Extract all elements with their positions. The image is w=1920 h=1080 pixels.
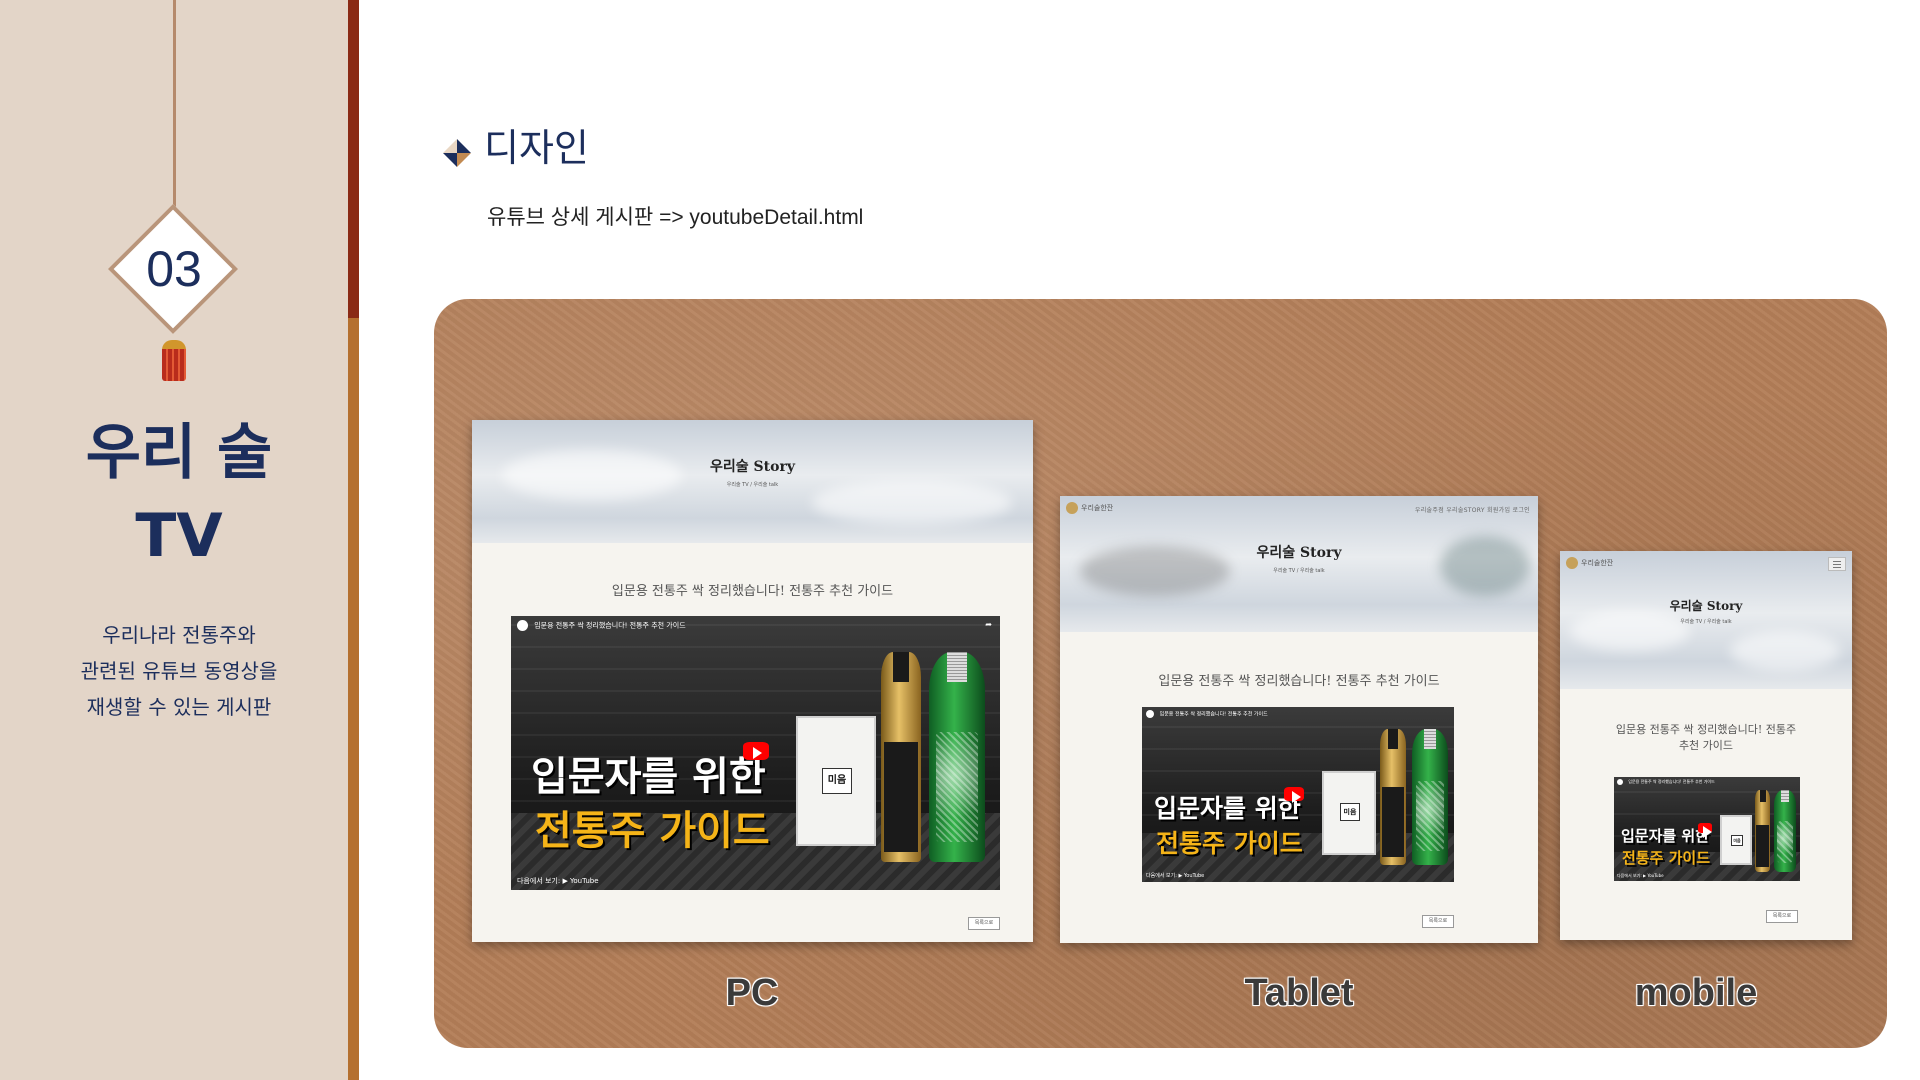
video-headline-line2: 전통주 가이드 <box>1622 849 1711 867</box>
green-bottle-image <box>929 652 985 862</box>
sidebar: 03 우리 술 TV 우리나라 전통주와 관련된 유튜브 동영상을 재생할 수 … <box>0 0 348 1080</box>
channel-avatar[interactable] <box>1146 710 1154 718</box>
sidebar-title-line1: 우리 술 <box>85 418 273 488</box>
post-title: 입문용 전통주 싹 정리했습니다! 전통주 추천 가이드 <box>611 584 894 599</box>
sidebar-description-line3: 재생할 수 있는 게시판 <box>86 695 272 719</box>
tassel-icon <box>162 349 186 381</box>
pc-screenshot: 우리술 Story 우리술 TV / 우리술 talk 입문용 전통주 싹 정리… <box>472 420 1033 942</box>
green-bottle-image <box>1412 729 1448 865</box>
post-title: 입문용 전통주 싹 정리했습니다! 전통주 추천 가이드 <box>1560 722 1852 754</box>
video-top-bar: 입문용 전통주 싹 정리했습니다! 전통주 추천 가이드 <box>1614 777 1800 787</box>
video-headline-line1: 입문자를 위한 <box>1621 827 1710 845</box>
sidebar-title: 우리 술 TV <box>0 412 358 578</box>
video-top-bar: 입문용 전통주 싹 정리했습니다! 전통주 추천 가이드 <box>511 616 1000 634</box>
top-nav[interactable]: 우리술주점 우리술STORY 회원가입 로그인 <box>1415 505 1530 514</box>
video-top-bar: 입문용 전통주 싹 정리했습니다! 전통주 추천 가이드 <box>1142 707 1454 721</box>
gold-bottle-image <box>881 652 921 862</box>
sidebar-title-line2: TV <box>135 501 223 571</box>
site-title: 우리술 Story <box>1256 545 1342 561</box>
product-box-image: 미음 <box>796 716 876 846</box>
sidebar-description: 우리나라 전통주와 관련된 유튜브 동영상을 재생할 수 있는 게시판 <box>0 617 358 725</box>
breadcrumb[interactable]: 우리술 TV / 우리술 talk <box>1560 618 1852 625</box>
youtube-play-icon[interactable] <box>1698 823 1713 838</box>
video-title[interactable]: 입문용 전통주 싹 정리했습니다! 전통주 추천 가이드 <box>534 622 685 630</box>
logo-seal-icon <box>1566 557 1578 569</box>
youtube-player[interactable]: 입문용 전통주 싹 정리했습니다! 전통주 추천 가이드 입문자를 위한 전통주… <box>1614 777 1800 881</box>
channel-avatar[interactable] <box>517 620 528 631</box>
sidebar-divider <box>348 0 359 1080</box>
brand-mark: 미음 <box>1731 835 1743 846</box>
logo-seal-icon <box>1066 502 1078 514</box>
gold-bottle-image <box>1380 729 1406 865</box>
youtube-play-icon[interactable] <box>743 742 769 760</box>
breadcrumb[interactable]: 우리술 TV / 우리술 talk <box>1060 567 1538 574</box>
video-headline-line1: 입문자를 위한 <box>1154 794 1301 823</box>
gold-bottle-image <box>1755 790 1770 872</box>
page-subtitle: 유튜브 상세 게시판 => youtubeDetail.html <box>487 206 864 229</box>
header-banner <box>1060 496 1538 632</box>
tablet-label: Tablet <box>1244 972 1354 1014</box>
video-headline-line1: 입문자를 위한 <box>531 754 766 800</box>
diamond-bullet-icon <box>443 139 471 167</box>
share-icon[interactable]: ➦ <box>985 620 992 629</box>
watch-on-youtube[interactable]: 다음에서 보기: ▶ YouTube <box>1617 873 1664 879</box>
pc-label: PC <box>725 972 779 1014</box>
hamburger-menu-icon[interactable] <box>1828 557 1846 571</box>
youtube-player[interactable]: 입문용 전통주 싹 정리했습니다! 전통주 추천 가이드 입문자를 위한 전통주… <box>1142 707 1454 882</box>
youtube-player[interactable]: 입문용 전통주 싹 정리했습니다! 전통주 추천 가이드 ➦ 입문자를 위한 전… <box>511 616 1000 890</box>
page-title: 디자인 <box>484 126 589 170</box>
section-number: 03 <box>146 241 202 297</box>
list-button[interactable]: 목록으로 <box>968 917 1000 930</box>
watch-on-youtube[interactable]: 다음에서 보기: ▶ YouTube <box>517 876 599 886</box>
site-logo[interactable]: 우리술한잔 <box>1066 502 1113 514</box>
post-title-line2: 추천 가이드 <box>1678 739 1734 752</box>
video-title[interactable]: 입문용 전통주 싹 정리했습니다! 전통주 추천 가이드 <box>1160 712 1268 718</box>
site-title: 우리술 Story <box>710 459 795 475</box>
logo-text: 우리술한잔 <box>1081 504 1114 512</box>
green-bottle-image <box>1774 790 1796 872</box>
video-headline-line2: 전통주 가이드 <box>535 808 770 854</box>
youtube-play-icon[interactable] <box>1284 787 1304 803</box>
logo-text: 우리술한잔 <box>1581 559 1614 567</box>
mobile-screenshot: 우리술한잔 우리술 Story 우리술 TV / 우리술 talk 입문용 전통… <box>1560 551 1852 940</box>
product-box-image: 미음 <box>1720 815 1752 865</box>
product-box-image: 미음 <box>1322 771 1376 855</box>
post-title: 입문용 전통주 싹 정리했습니다! 전통주 추천 가이드 <box>1158 674 1440 689</box>
mobile-label: mobile <box>1634 972 1758 1014</box>
sidebar-description-line2: 관련된 유튜브 동영상을 <box>80 659 278 683</box>
device-showcase: 우리술 Story 우리술 TV / 우리술 talk 입문용 전통주 싹 정리… <box>434 299 1887 1048</box>
video-title[interactable]: 입문용 전통주 싹 정리했습니다! 전통주 추천 가이드 <box>1628 779 1715 784</box>
site-title: 우리술 Story <box>1669 599 1743 613</box>
brand-mark: 미음 <box>822 768 852 794</box>
list-button[interactable]: 목록으로 <box>1766 910 1798 923</box>
video-headline-line2: 전통주 가이드 <box>1156 829 1303 858</box>
channel-avatar[interactable] <box>1617 779 1623 785</box>
post-title-line1: 입문용 전통주 싹 정리했습니다! 전통주 <box>1615 723 1797 736</box>
list-button[interactable]: 목록으로 <box>1422 915 1454 928</box>
watch-on-youtube[interactable]: 다음에서 보기: ▶ YouTube <box>1146 872 1204 879</box>
hanging-string <box>173 0 176 212</box>
sidebar-description-line1: 우리나라 전통주와 <box>102 623 256 647</box>
brand-mark: 미음 <box>1340 803 1360 821</box>
tablet-screenshot: 우리술한잔 우리술주점 우리술STORY 회원가입 로그인 우리술 Story … <box>1060 496 1538 943</box>
breadcrumb[interactable]: 우리술 TV / 우리술 talk <box>472 481 1033 488</box>
site-logo[interactable]: 우리술한잔 <box>1566 557 1613 569</box>
